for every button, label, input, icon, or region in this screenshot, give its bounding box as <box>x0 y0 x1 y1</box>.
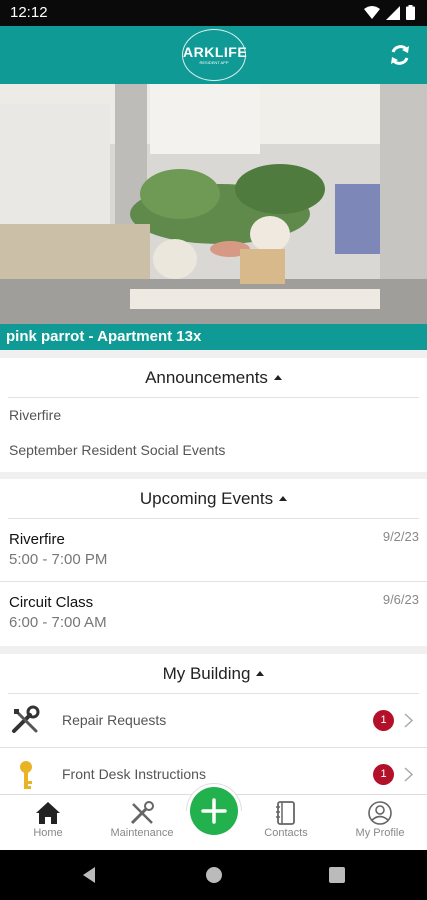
chevron-right-icon <box>404 767 413 782</box>
repair-requests-item[interactable]: Repair Requests 1 <box>0 694 427 748</box>
home-nav-icon[interactable] <box>205 866 223 884</box>
announcement-item[interactable]: Riverfire <box>0 398 427 433</box>
maintenance-icon <box>130 801 154 825</box>
tab-label: Contacts <box>264 827 308 839</box>
building-header[interactable]: My Building <box>8 654 419 694</box>
arklife-logo: ARKLIFE RESIDENT APP <box>182 29 248 81</box>
tab-label: My Profile <box>355 827 405 839</box>
caret-up-icon <box>256 671 265 676</box>
status-bar: 12:12 <box>0 0 427 26</box>
tab-my-profile[interactable]: My Profile <box>345 801 415 839</box>
property-caption: pink parrot - Apartment 13x <box>0 324 427 350</box>
tools-icon <box>12 705 40 733</box>
caret-up-icon <box>273 375 282 380</box>
status-time: 12:12 <box>10 4 48 21</box>
home-icon <box>36 802 60 824</box>
announcements-header[interactable]: Announcements <box>8 358 419 398</box>
brand-name: ARKLIFE <box>183 44 248 60</box>
events-header[interactable]: Upcoming Events <box>8 479 419 519</box>
tab-label: Maintenance <box>110 827 174 839</box>
app-header: ARKLIFE RESIDENT APP <box>0 26 427 84</box>
refresh-icon[interactable] <box>387 42 413 68</box>
count-badge: 1 <box>373 710 394 731</box>
add-button[interactable] <box>190 787 238 835</box>
recents-icon[interactable] <box>329 867 345 883</box>
event-date: 9/6/23 <box>382 592 419 607</box>
chevron-right-icon <box>404 713 413 728</box>
count-badge: 1 <box>373 764 394 785</box>
system-nav-bar <box>0 850 427 900</box>
item-label: Repair Requests <box>62 712 167 728</box>
event-name: Riverfire <box>9 531 65 548</box>
back-icon[interactable] <box>80 866 98 884</box>
events-title: Upcoming Events <box>139 489 274 508</box>
profile-icon <box>368 801 392 825</box>
building-photo <box>0 84 427 324</box>
event-item[interactable]: Circuit Class 6:00 - 7:00 AM 9/6/23 <box>0 582 427 645</box>
status-icons <box>364 5 415 20</box>
announcements-title: Announcements <box>145 368 268 387</box>
caret-up-icon <box>279 496 288 501</box>
tab-label: Home <box>33 827 63 839</box>
tab-maintenance[interactable]: Maintenance <box>107 801 177 839</box>
wifi-icon <box>364 5 380 19</box>
tab-contacts[interactable]: Contacts <box>251 801 321 839</box>
event-item[interactable]: Riverfire 5:00 - 7:00 PM 9/2/23 <box>0 519 427 582</box>
tab-home[interactable]: Home <box>13 801 83 839</box>
brand-tagline: RESIDENT APP <box>199 60 229 65</box>
contacts-icon <box>276 801 295 825</box>
event-time: 6:00 - 7:00 AM <box>9 614 107 631</box>
event-time: 5:00 - 7:00 PM <box>9 551 108 568</box>
event-date: 9/2/23 <box>382 529 419 544</box>
announcements-section: Announcements Riverfire September Reside… <box>0 358 427 472</box>
key-icon <box>20 761 32 789</box>
events-section: Upcoming Events Riverfire 5:00 - 7:00 PM… <box>0 479 427 646</box>
plus-icon <box>201 798 227 824</box>
building-section: My Building Repair Requests 1 Front Desk… <box>0 654 427 794</box>
event-name: Circuit Class <box>9 594 94 611</box>
building-title: My Building <box>162 664 251 683</box>
battery-icon <box>406 5 415 20</box>
item-label: Front Desk Instructions <box>62 766 206 782</box>
signal-icon <box>386 5 400 20</box>
announcement-item[interactable]: September Resident Social Events <box>0 433 427 468</box>
